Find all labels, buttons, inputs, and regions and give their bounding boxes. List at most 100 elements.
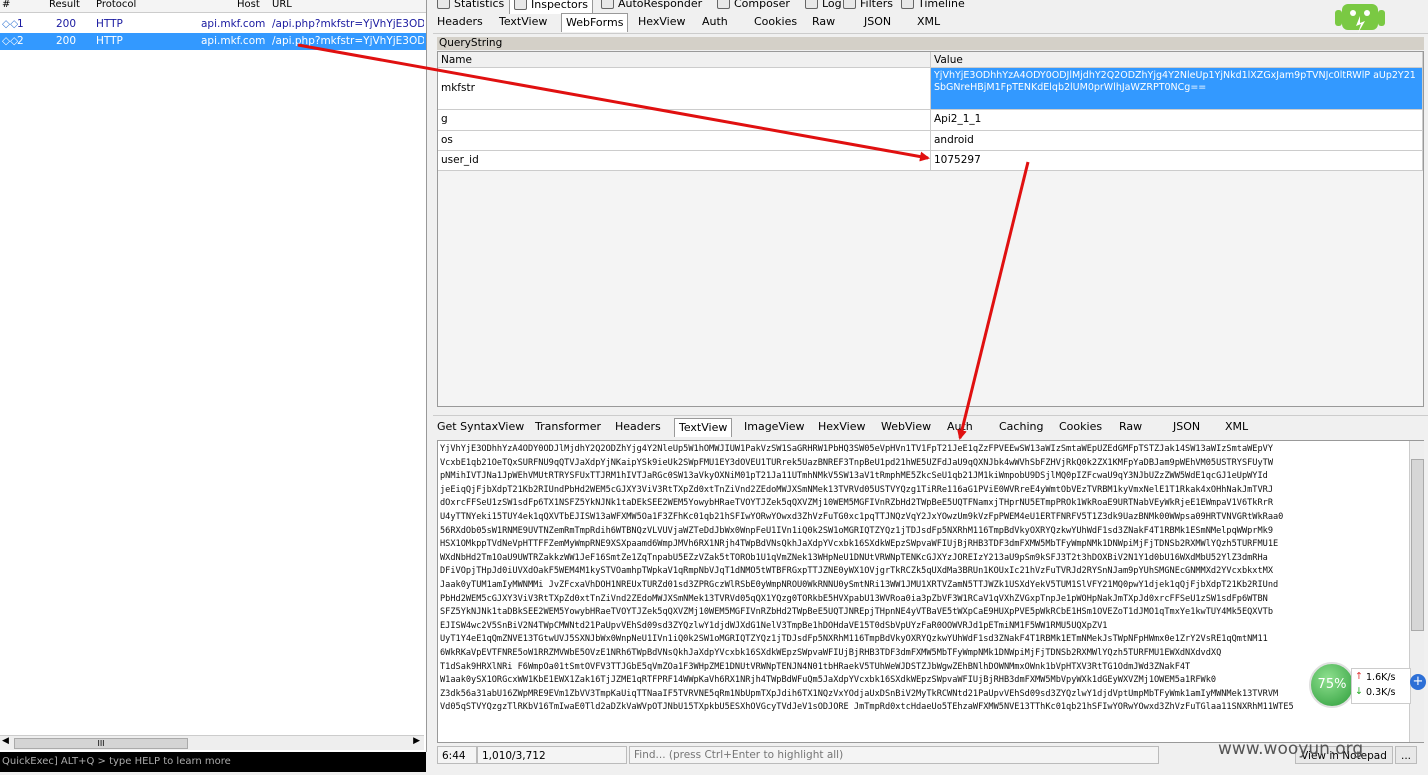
- tab-imageview[interactable]: ImageView: [740, 418, 809, 436]
- text-line: dOxrcFFSeU1zSW1sdFp6TX1NSFZ5YkNJNk1taDEk…: [440, 498, 1273, 509]
- session-url: /api.php?mkfstr=YjVhYjE3ODhh: [272, 18, 424, 30]
- text-line: Vd05qSTVYQzgzTlRKbV16TmIwaE0Tld2aDZkVaWV…: [440, 702, 1294, 713]
- text-line: Z3dk56a31abU16ZWpMRE9EVm1ZbVV3TmpKaUiqTT…: [440, 688, 1279, 699]
- response-vscrollbar[interactable]: [1409, 441, 1424, 742]
- tab-filters[interactable]: Filters: [839, 0, 897, 13]
- download-speed: 0.3K/s: [1366, 687, 1396, 698]
- stopwatch-icon: [437, 0, 450, 9]
- tab-textview[interactable]: TextView: [495, 13, 551, 31]
- download-arrow-icon: ↓: [1355, 686, 1363, 697]
- session-id: 1: [17, 18, 24, 30]
- selection-count: 1,010/3,712: [477, 746, 627, 764]
- session-arrows-icon: ◇◇: [2, 35, 19, 47]
- grid-cell-value[interactable]: Api2_1_1: [931, 110, 1423, 131]
- tab-response-hexview[interactable]: HexView: [814, 418, 869, 436]
- grid-cell-name[interactable]: user_id: [438, 151, 931, 171]
- text-line: 6WkRKaVpEVTFNRE5oW1RRZMVWbE5OVzE1NRh6TWp…: [440, 648, 1222, 658]
- text-line: DFiVOpjTHpJd0iUVXdOakF5WEM4M1kySTVOamhpT…: [440, 566, 1273, 577]
- log-icon: [805, 0, 818, 9]
- text-line: U4yTTNYeki15TUY4ek1qQXVTbEJISW13aWFXMW5O…: [440, 512, 1284, 522]
- grid-cell-name[interactable]: mkfstr: [438, 68, 931, 110]
- scroll-thumb[interactable]: III: [14, 738, 188, 749]
- lightning-icon: [601, 0, 614, 9]
- tab-transformer[interactable]: Transformer: [531, 418, 605, 436]
- grid-header-name[interactable]: Name: [438, 52, 931, 68]
- tab-caching[interactable]: Caching: [995, 418, 1047, 436]
- tab-get-syntaxview[interactable]: Get SyntaxView: [433, 418, 528, 436]
- tab-headers[interactable]: Headers: [433, 13, 487, 31]
- session-list-header: # Result Protocol Host URL: [0, 0, 426, 13]
- tab-timeline[interactable]: Timeline: [897, 0, 969, 13]
- col-header-number[interactable]: #: [2, 0, 10, 10]
- tab-response-json[interactable]: JSON: [1169, 418, 1204, 436]
- tab-xml[interactable]: XML: [913, 13, 944, 31]
- tab-cookies[interactable]: Cookies: [750, 13, 801, 31]
- text-line: SFZ5YkNJNk1taDBkSEE2WEM5YowybHRaeTVOYTJZ…: [440, 607, 1273, 618]
- col-header-protocol[interactable]: Protocol: [96, 0, 136, 10]
- session-row[interactable]: ◇◇ 1 200 HTTP api.mkf.com /api.php?mkfst…: [0, 16, 426, 33]
- text-line: HSX1OMkppTVdNeVpHTTFFZemMyWmpRNE9XSXpaam…: [440, 539, 1279, 550]
- session-protocol: HTTP: [96, 35, 123, 47]
- col-header-host[interactable]: Host: [237, 0, 260, 10]
- text-line: 56RXdOb05sW1RNME9UVTNZemRmTmpRdih6WTBNQz…: [440, 525, 1273, 536]
- speed-meter: ↑ 1.6K/s ↓ 0.3K/s: [1351, 668, 1411, 704]
- text-line: PbHd2WEM5cGJXY3ViV3RtTXpZd0xtTnZiVnd2ZEd…: [440, 593, 1268, 604]
- grid-cell-name[interactable]: os: [438, 131, 931, 151]
- text-line: EJISW4wc2V5SnBiV2N4TWpCMWNtd21PaUpvVEhSd…: [440, 620, 1108, 631]
- tab-response-auth[interactable]: Auth: [943, 418, 977, 436]
- tab-response-textview[interactable]: TextView: [674, 418, 733, 437]
- timeline-icon: [901, 0, 914, 9]
- response-tab-strip: Get SyntaxView Transformer Headers TextV…: [433, 415, 1428, 438]
- tab-composer[interactable]: Composer: [713, 0, 794, 13]
- session-protocol: HTTP: [96, 18, 123, 30]
- text-line: WXdNbHd2Tm1OaU9UWTRZakkzWW1JeF16SmtZe1Zq…: [440, 552, 1268, 563]
- querystring-grid[interactable]: Name Value mkfstr YjVhYjE3ODhhYzA4ODY0OD…: [437, 51, 1424, 407]
- tab-hexview[interactable]: HexView: [634, 13, 689, 31]
- tab-auth[interactable]: Auth: [698, 13, 732, 31]
- usage-badge[interactable]: 75%: [1309, 662, 1355, 708]
- tab-json[interactable]: JSON: [860, 13, 895, 31]
- text-line: UyT1Y4eE1qQmZNVE13TGtwUVJ5SXNJbWx0WnpNeU…: [440, 634, 1268, 645]
- quickexec-input[interactable]: QuickExec] ALT+Q > type HELP to learn mo…: [0, 752, 426, 772]
- text-line: T1dSak9HRXlNRi F6WmpOa01tSmtOVFV3TTJGbE5…: [440, 661, 1191, 672]
- session-hscrollbar[interactable]: ◀ III ▶: [0, 735, 424, 750]
- grid-cell-value-selected[interactable]: YjVhYjE3ODhhYzA4ODY0ODJlMjdhY2Q2ODZhYjg4…: [931, 68, 1423, 110]
- session-arrows-icon: ◇◇: [2, 18, 19, 30]
- grid-cell-value[interactable]: 1075297: [931, 151, 1423, 171]
- session-list[interactable]: # Result Protocol Host URL ◇◇ 1 200 HTTP…: [0, 0, 427, 752]
- tab-inspectors[interactable]: Inspectors: [509, 0, 594, 14]
- querystring-title: QueryString: [437, 37, 1424, 50]
- scroll-right-icon[interactable]: ▶: [413, 736, 420, 746]
- text-line: jeEiqQjFjbXdpT21Kb2RIUndPbHd2WEM5cGJXY3V…: [440, 484, 1273, 495]
- session-result: 200: [56, 18, 77, 30]
- session-result: 200: [56, 35, 77, 47]
- tab-webview[interactable]: WebView: [877, 418, 935, 436]
- tab-autoresponder[interactable]: AutoResponder: [597, 0, 706, 13]
- plus-icon[interactable]: +: [1410, 674, 1426, 690]
- tab-response-cookies[interactable]: Cookies: [1055, 418, 1106, 436]
- upload-speed: 1.6K/s: [1366, 672, 1396, 683]
- tab-raw[interactable]: Raw: [808, 13, 839, 31]
- text-line: Jaak0yTUM1amIyMWNMMi JvZFcxaVhDOH1NREUxT…: [440, 580, 1279, 590]
- tab-response-raw[interactable]: Raw: [1115, 418, 1146, 436]
- find-input[interactable]: [629, 746, 1159, 764]
- session-row-selected[interactable]: ◇◇ 2 200 HTTP api.mkf.com /api.php?mkfst…: [0, 33, 426, 50]
- tab-response-headers[interactable]: Headers: [611, 418, 665, 436]
- tab-statistics[interactable]: Statistics: [433, 0, 508, 13]
- session-id: 2: [17, 35, 24, 47]
- grid-cell-name[interactable]: g: [438, 110, 931, 131]
- vscroll-thumb[interactable]: [1411, 459, 1424, 631]
- text-line: VcxbE1qb21OeTQxSURFNU9qQTVJaXdpYjNKaipYS…: [440, 457, 1273, 468]
- response-textview[interactable]: YjVhYjE3ODhhYzA4ODY0ODJlMjdhY2Q2ODZhYjg4…: [437, 440, 1424, 743]
- grid-header-value[interactable]: Value: [931, 52, 1423, 68]
- android-robot-icon: [1335, 4, 1385, 33]
- tab-response-xml[interactable]: XML: [1221, 418, 1252, 436]
- col-header-url[interactable]: URL: [272, 0, 292, 10]
- scroll-left-icon[interactable]: ◀: [2, 736, 9, 746]
- session-url: /api.php?mkfstr=YjVhYjE3ODhh: [272, 35, 424, 47]
- col-header-result[interactable]: Result: [49, 0, 80, 10]
- tab-webforms[interactable]: WebForms: [561, 13, 629, 32]
- checkbox-icon: [843, 0, 856, 9]
- grid-cell-value[interactable]: android: [931, 131, 1423, 151]
- session-host: api.mkf.com: [201, 35, 266, 47]
